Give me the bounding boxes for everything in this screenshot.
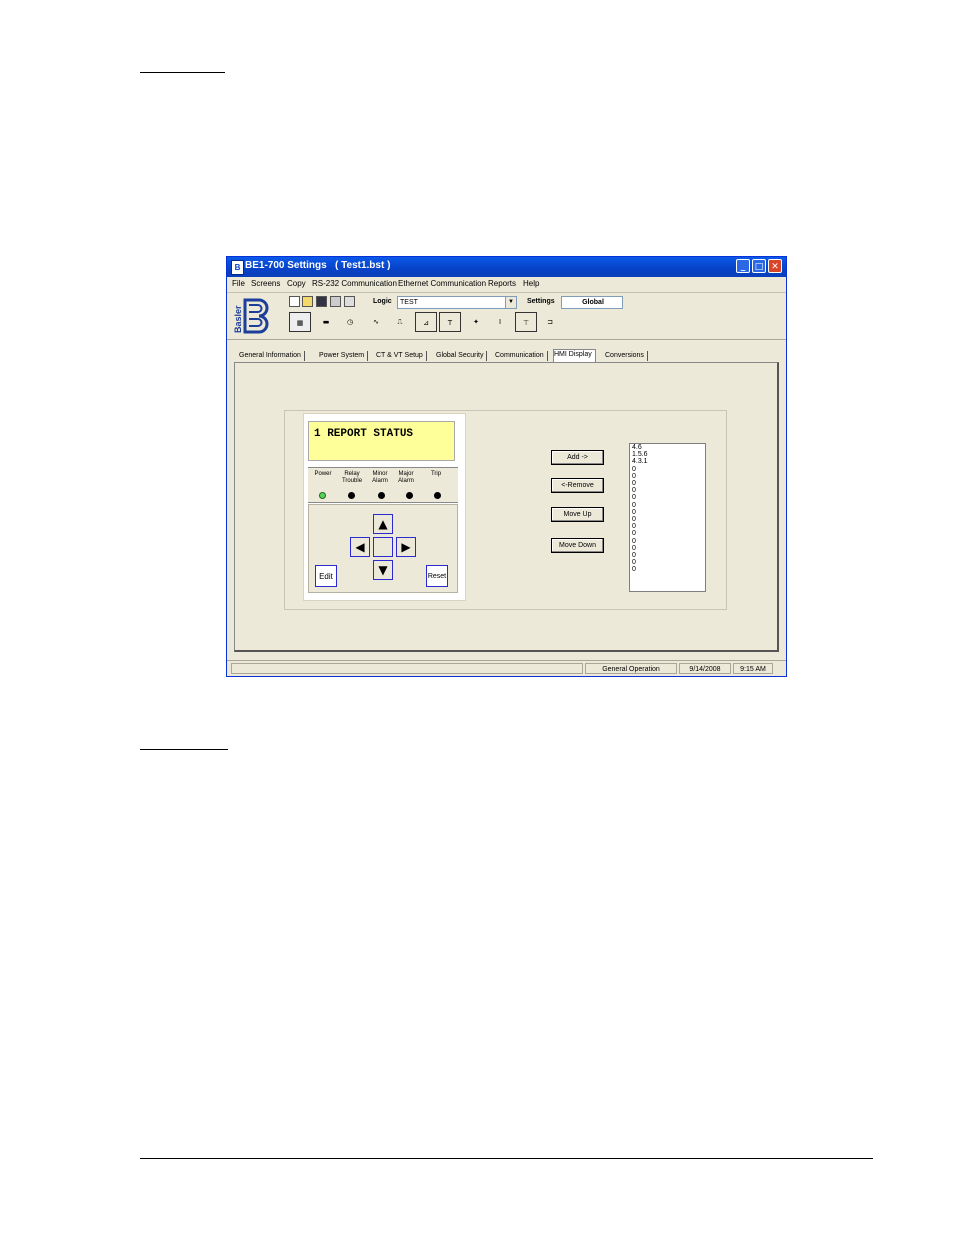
list-item[interactable]: 0 [630, 566, 705, 573]
breaker-icon[interactable]: ✦ [465, 312, 487, 332]
status-mode: General Operation [585, 663, 677, 674]
list-item[interactable]: 0 [630, 487, 705, 494]
footer-rule [140, 1158, 873, 1159]
maximize-button[interactable]: □ [752, 259, 766, 273]
open-folder-icon[interactable] [302, 296, 313, 307]
led-label-relay-trouble: Relay Trouble [341, 471, 363, 484]
screen-list[interactable]: 4.6 1.5.6 4.3.1 0 0 0 0 0 0 0 0 0 0 0 0 0 0 0 [629, 443, 706, 592]
tab-power-system[interactable]: Power System [319, 351, 369, 361]
lcd-display: 1 REPORT STATUS [308, 421, 455, 461]
list-item[interactable]: 0 [630, 509, 705, 516]
current-icon[interactable]: I [489, 312, 511, 332]
menu-reports[interactable]: Reports [488, 279, 516, 288]
menu-file[interactable]: File [232, 279, 245, 288]
tab-conversions[interactable]: Conversions [605, 351, 648, 361]
metering-icon[interactable]: ▦ [289, 312, 311, 332]
remove-button[interactable]: <-Remove [551, 478, 604, 493]
reset-button[interactable]: Reset [426, 565, 448, 587]
print-preview-icon[interactable] [344, 296, 355, 307]
waveform-icon[interactable]: ∿ [365, 312, 387, 332]
section-underline [140, 749, 228, 750]
tab-global-security[interactable]: Global Security [436, 351, 488, 361]
move-down-button[interactable]: Move Down [551, 538, 604, 553]
list-item[interactable]: 0 [630, 538, 705, 545]
relay-trouble-led [348, 492, 355, 499]
list-item[interactable]: 1.5.6 [630, 451, 705, 458]
list-item[interactable]: 0 [630, 516, 705, 523]
move-up-button[interactable]: Move Up [551, 507, 604, 522]
pulse-icon[interactable]: ⎍ [389, 312, 411, 332]
menu-rs232[interactable]: RS-232 Communication [312, 279, 397, 288]
close-button[interactable]: ✕ [768, 259, 782, 273]
list-item[interactable]: 0 [630, 494, 705, 501]
plug-icon[interactable]: ⊐ [539, 312, 561, 332]
logic-label: Logic [373, 298, 392, 305]
minimize-button[interactable]: _ [736, 259, 750, 273]
tab-ct-vt-setup[interactable]: CT & VT Setup [376, 351, 427, 361]
logo-text: Basler [233, 305, 243, 333]
app-icon[interactable]: B [231, 260, 244, 275]
contact-icon[interactable]: ⊤ [515, 312, 537, 332]
tab-general-information[interactable]: General Information [239, 351, 305, 361]
arrow-down-icon[interactable]: ▼ [373, 560, 393, 580]
logic-value: TEST [400, 299, 418, 306]
relay-icon[interactable]: ▬ [315, 312, 337, 332]
settings-label: Settings [527, 298, 555, 305]
major-alarm-led [406, 492, 413, 499]
list-item[interactable]: 4.3.1 [630, 458, 705, 465]
basler-logo: Basler [232, 297, 274, 335]
tab-communication[interactable]: Communication [495, 351, 548, 361]
menu-copy[interactable]: Copy [287, 279, 306, 288]
header-underline [140, 72, 225, 73]
status-time: 9:15 AM [733, 663, 773, 674]
timer-icon[interactable]: T [439, 312, 461, 332]
menu-help[interactable]: Help [523, 279, 539, 288]
list-item[interactable]: 0 [630, 502, 705, 509]
led-label-trip: Trip [430, 471, 442, 477]
add-button[interactable]: Add -> [551, 450, 604, 465]
window-title: BE1-700 Settings ( Test1.bst ) [245, 260, 391, 271]
logic-select[interactable]: TEST ▼ [397, 296, 517, 309]
led-label-power: Power [314, 471, 332, 477]
list-item[interactable]: 0 [630, 473, 705, 480]
list-item[interactable]: 0 [630, 559, 705, 566]
trip-led [434, 492, 441, 499]
arrow-left-icon[interactable]: ◀ [350, 537, 370, 557]
power-led [319, 492, 326, 499]
new-file-icon[interactable] [289, 296, 300, 307]
status-panel-empty [231, 663, 583, 674]
curve-icon[interactable]: ⊿ [415, 312, 437, 332]
list-item[interactable]: 0 [630, 552, 705, 559]
arrow-right-icon[interactable]: ▶ [396, 537, 416, 557]
keypad: ▲ ◀ ▶ ▼ Edit Reset [308, 504, 458, 593]
save-icon[interactable] [316, 296, 327, 307]
tab-hmi-display[interactable]: HMI Display [553, 349, 596, 362]
menu-screens[interactable]: Screens [251, 279, 280, 288]
print-icon[interactable] [330, 296, 341, 307]
edit-button[interactable]: Edit [315, 565, 337, 587]
menu-ethernet[interactable]: Ethernet Communication [398, 279, 486, 288]
toolbar: Basler Logic TEST ▼ Settings Global ▦ ▬ … [227, 292, 786, 340]
keypad-center [373, 537, 393, 557]
status-bar: General Operation 9/14/2008 9:15 AM [227, 660, 786, 676]
led-label-minor-alarm: Minor Alarm [372, 471, 388, 484]
list-item[interactable]: 0 [630, 523, 705, 530]
app-window: B BE1-700 Settings ( Test1.bst ) _ □ ✕ F… [226, 256, 787, 677]
arrow-up-icon[interactable]: ▲ [373, 514, 393, 534]
menu-bar: File Screens Copy RS-232 Communication E… [227, 277, 786, 290]
list-item[interactable]: 0 [630, 466, 705, 473]
list-item[interactable]: 4.6 [630, 444, 705, 451]
chevron-down-icon[interactable]: ▼ [505, 297, 516, 308]
status-date: 9/14/2008 [679, 663, 731, 674]
minor-alarm-led [378, 492, 385, 499]
list-item[interactable]: 0 [630, 545, 705, 552]
led-label-major-alarm: Major Alarm [398, 471, 414, 484]
settings-field[interactable]: Global [561, 296, 623, 309]
title-bar[interactable]: B BE1-700 Settings ( Test1.bst ) _ □ ✕ [227, 257, 786, 277]
led-indicators: Power Relay Trouble Minor Alarm Major Al… [308, 467, 458, 503]
list-item[interactable]: 0 [630, 530, 705, 537]
list-item[interactable]: 0 [630, 480, 705, 487]
clock-icon[interactable]: ◷ [339, 312, 361, 332]
